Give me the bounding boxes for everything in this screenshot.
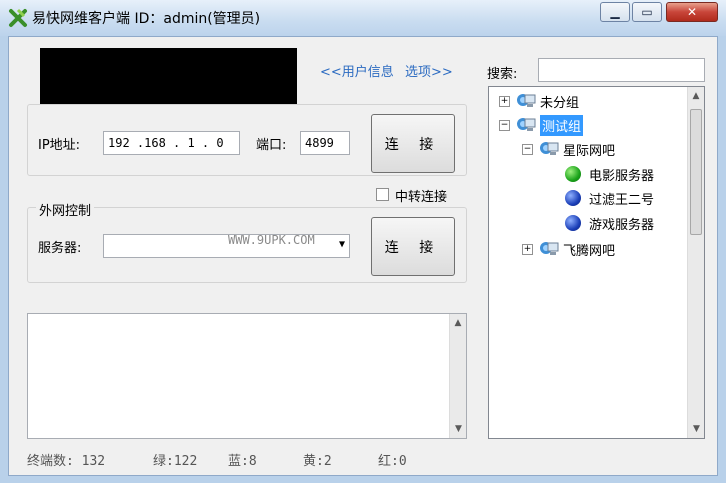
- tree-node-label: 未分组: [540, 95, 580, 111]
- wan-group-title: 外网控制: [36, 200, 95, 219]
- tree-node-label-selected: 测试组: [540, 114, 584, 136]
- collapse-icon[interactable]: −: [522, 143, 533, 155]
- computer-group-icon: [516, 116, 536, 134]
- minimize-button[interactable]: ▁: [600, 2, 630, 22]
- collapse-icon[interactable]: −: [499, 119, 510, 131]
- scroll-down-icon[interactable]: ▼: [450, 424, 467, 434]
- maximize-icon: ▭: [641, 5, 653, 19]
- green-count: 绿:122: [153, 454, 198, 469]
- close-icon: ✕: [686, 5, 698, 19]
- offline-status-icon: [565, 190, 581, 206]
- maximize-button[interactable]: ▭: [632, 2, 662, 22]
- server-label: 服务器:: [38, 241, 82, 256]
- tree-node-movie-server[interactable]: 电影服务器: [565, 163, 654, 185]
- window-title: 易快网维客户端 ID：admin(管理员): [32, 11, 261, 27]
- port-field[interactable]: 4899: [300, 131, 350, 155]
- lan-connect-button[interactable]: 连 接: [371, 114, 455, 173]
- tree-node-xingji-cafe[interactable]: − 星际网吧: [522, 138, 615, 160]
- scroll-up-icon[interactable]: ▲: [688, 91, 704, 101]
- tree-node-label: 电影服务器: [589, 168, 655, 184]
- red-count: 红:0: [378, 454, 407, 469]
- close-button[interactable]: ✕: [666, 2, 718, 22]
- lan-connect-label: 连 接: [384, 136, 442, 153]
- log-scrollbar[interactable]: ▲ ▼: [449, 314, 466, 438]
- group-tree[interactable]: ▲ ▼ + 未分组 − 测试组 − 星际网吧 电影服务器 过滤王二号 游戏服务器…: [488, 86, 705, 439]
- scroll-down-icon[interactable]: ▼: [688, 424, 705, 434]
- log-textarea[interactable]: ▲ ▼: [27, 313, 467, 439]
- chevron-down-icon[interactable]: ▼: [339, 239, 345, 250]
- computer-group-icon: [539, 240, 559, 258]
- options-link[interactable]: 选项>>: [405, 61, 453, 80]
- tree-node-feiteng-cafe[interactable]: + 飞腾网吧: [522, 238, 615, 260]
- user-info-link[interactable]: <<用户信息: [320, 61, 394, 80]
- computer-group-icon: [539, 140, 559, 158]
- tree-node-label: 游戏服务器: [589, 217, 655, 233]
- blue-count: 蓝:8: [228, 454, 257, 469]
- title-bar[interactable]: 易快网维客户端 ID：admin(管理员) ▁ ▭ ✕: [0, 0, 726, 36]
- tree-node-test-group[interactable]: − 测试组: [499, 114, 584, 136]
- app-logo-icon: [9, 8, 27, 27]
- tree-node-filter-king-2[interactable]: 过滤王二号: [565, 187, 654, 209]
- ip-address-field[interactable]: 192 .168 . 1 . 0: [103, 131, 240, 155]
- expand-icon[interactable]: +: [522, 243, 533, 255]
- search-input[interactable]: [538, 58, 705, 82]
- relay-label: 中转连接: [395, 190, 448, 205]
- relay-checkbox[interactable]: [376, 188, 389, 201]
- search-label: 搜索:: [487, 67, 518, 82]
- tree-scrollbar[interactable]: ▲ ▼: [687, 87, 704, 438]
- expand-icon[interactable]: +: [499, 95, 510, 107]
- wan-connect-button[interactable]: 连 接: [371, 217, 455, 276]
- port-label: 端口:: [256, 138, 287, 153]
- server-select[interactable]: WWW.9UPK.COM ▼: [103, 233, 350, 258]
- tree-node-label: 过滤王二号: [589, 192, 655, 208]
- tree-node-label: 飞腾网吧: [563, 243, 616, 259]
- offline-status-icon: [565, 215, 581, 231]
- scroll-thumb[interactable]: [690, 109, 702, 235]
- watermark-text: WWW.9UPK.COM: [228, 233, 315, 247]
- yellow-count: 黄:2: [303, 454, 332, 469]
- tree-node-ungrouped[interactable]: + 未分组: [499, 90, 579, 112]
- computer-group-icon: [516, 92, 536, 110]
- ip-value: 192 .168 . 1 . 0: [108, 136, 224, 150]
- terminal-count: 终端数: 132: [27, 454, 106, 469]
- port-value: 4899: [305, 136, 334, 150]
- scroll-up-icon[interactable]: ▲: [450, 318, 466, 328]
- wan-connect-label: 连 接: [384, 239, 442, 256]
- tree-node-label: 星际网吧: [563, 143, 616, 159]
- online-status-icon: [565, 166, 581, 182]
- ip-label: IP地址:: [38, 138, 81, 153]
- minimize-icon: ▁: [610, 5, 620, 19]
- tree-node-game-server[interactable]: 游戏服务器: [565, 212, 654, 234]
